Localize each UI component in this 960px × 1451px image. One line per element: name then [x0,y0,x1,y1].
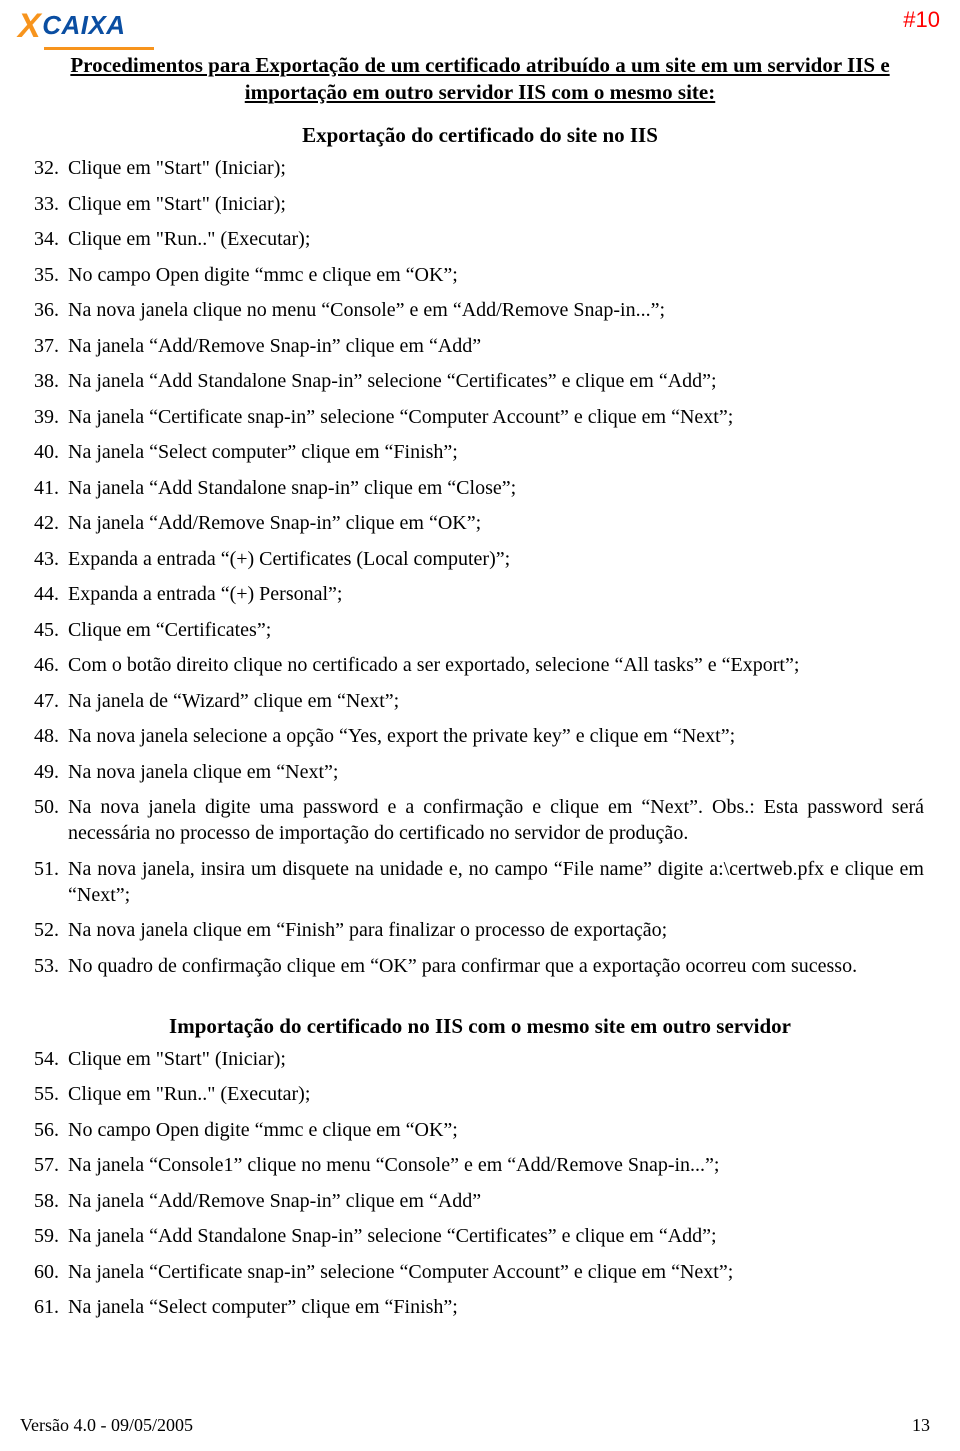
section-a-step: Clique em "Run.." (Executar); [64,226,924,252]
section-a-step: Na janela “Add/Remove Snap-in” clique em… [64,333,924,359]
section-b-step: Na janela “Select computer” clique em “F… [64,1294,924,1320]
section-a-step: No campo Open digite “mmc e clique em “O… [64,262,924,288]
section-a-step: No quadro de confirmação clique em “OK” … [64,953,924,979]
page-tag: #10 [903,6,940,35]
section-a-step: Na janela “Add Standalone Snap-in” selec… [64,368,924,394]
main-title: Procedimentos para Exportação de um cert… [36,52,924,106]
section-b-step: Na janela “Console1” clique no menu “Con… [64,1152,924,1178]
section-a-step: Na janela “Add/Remove Snap-in” clique em… [64,510,924,536]
document-content: Procedimentos para Exportação de um cert… [36,52,924,1330]
section-a-step: Na nova janela clique no menu “Console” … [64,297,924,323]
section-a-step: Na janela de “Wizard” clique em “Next”; [64,688,924,714]
section-a-step: Na janela “Select computer” clique em “F… [64,439,924,465]
brand-name: CAIXA [42,9,125,43]
section-a-step: Na nova janela selecione a opção “Yes, e… [64,723,924,749]
section-a-step: Clique em “Certificates”; [64,617,924,643]
section-b-step: Na janela “Certificate snap-in” selecion… [64,1259,924,1285]
section-a-step: Com o botão direito clique no certificad… [64,652,924,678]
footer-version: Versão 4.0 - 09/05/2005 [20,1414,193,1437]
brand-x-icon: X [18,4,41,48]
section-a-step: Clique em "Start" (Iniciar); [64,155,924,181]
section-a-step: Expanda a entrada “(+) Certificates (Loc… [64,546,924,572]
section-a-step: Na nova janela clique em “Next”; [64,759,924,785]
steps-list-b: Clique em "Start" (Iniciar); Clique em "R… [36,1046,924,1321]
section-a-step: Expanda a entrada “(+) Personal”; [64,581,924,607]
footer-page-number: 13 [912,1414,930,1437]
section-b-step: Na janela “Add/Remove Snap-in” clique em… [64,1188,924,1214]
section-a-step: Clique em "Start" (Iniciar); [64,191,924,217]
steps-list-a: Clique em "Start" (Iniciar); Clique em "S… [36,155,924,979]
section-a-step: Na janela “Add Standalone snap-in” cliqu… [64,475,924,501]
section-a-step: Na nova janela, insira um disquete na un… [64,856,924,908]
section-b-step: No campo Open digite “mmc e clique em “O… [64,1117,924,1143]
section-b-title: Importação do certificado no IIS com o m… [36,1013,924,1040]
section-a-title: Exportação do certificado do site no IIS [36,122,924,149]
section-b-step: Clique em "Run.." (Executar); [64,1081,924,1107]
brand-underline [44,47,154,50]
section-a-step: Na nova janela digite uma password e a c… [64,794,924,846]
section-a-step: Na janela “Certificate snap-in” selecion… [64,404,924,430]
section-a-step: Na nova janela clique em “Finish” para f… [64,917,924,943]
section-b-step: Na janela “Add Standalone Snap-in” selec… [64,1223,924,1249]
footer: Versão 4.0 - 09/05/2005 13 [20,1414,930,1437]
brand-logo: X CAIXA [18,4,126,48]
section-b-step: Clique em "Start" (Iniciar); [64,1046,924,1072]
